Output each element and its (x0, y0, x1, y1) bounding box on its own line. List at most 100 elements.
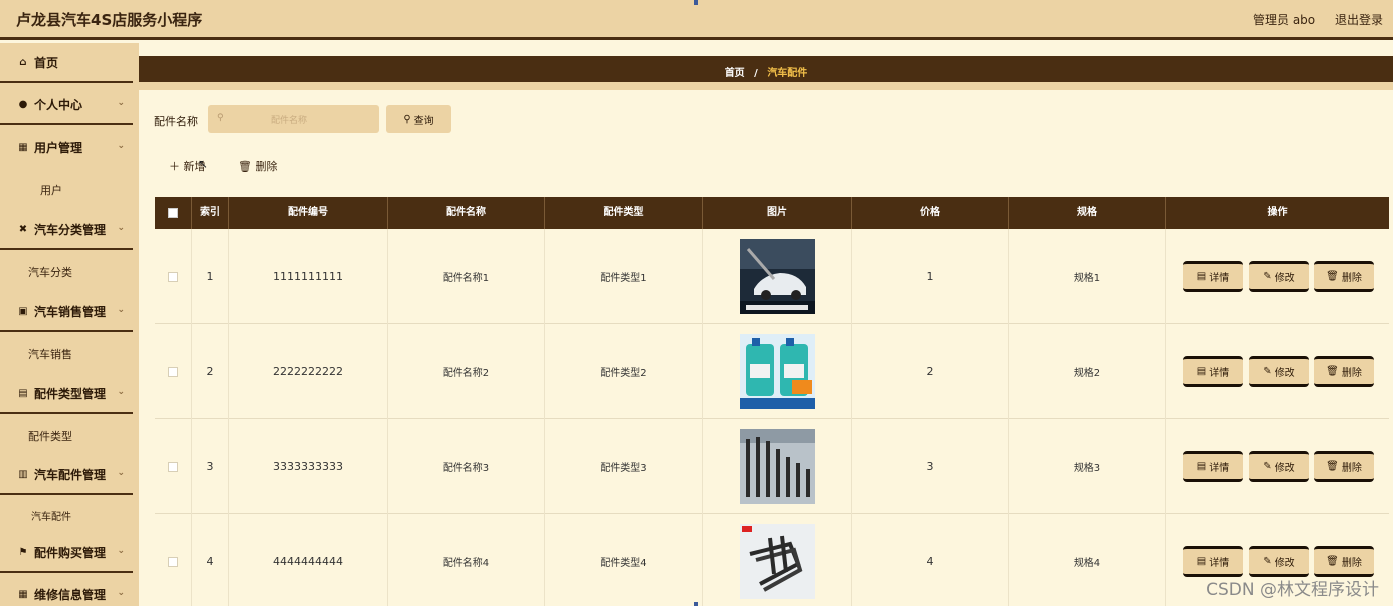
pencil-icon: ✎ (1263, 271, 1272, 282)
search-input[interactable]: ⚲ 配件名称 (208, 105, 379, 133)
cell-name: 配件名称4 (388, 514, 545, 606)
detail-button[interactable]: ▤ 详情 (1183, 546, 1243, 577)
cell-spec: 规格2 (1009, 324, 1166, 419)
batch-delete-button[interactable]: 🗑 删除 (238, 158, 277, 174)
trash-icon: 🗑 (1326, 271, 1339, 282)
sidebar-sub-car-parts[interactable]: 汽车配件 (31, 508, 164, 523)
part-image-tools[interactable] (739, 429, 815, 504)
grid-icon: ▦ (18, 588, 28, 600)
cell-type: 配件类型2 (545, 324, 703, 419)
header-select-cell (155, 197, 192, 229)
part-image-wiper[interactable] (739, 239, 815, 314)
pencil-icon: ✎ (1263, 556, 1272, 567)
cell-code: 2222222222 (229, 324, 388, 419)
select-all-checkbox[interactable] (168, 208, 178, 218)
sidebar-item-label: 汽车配件管理 (34, 467, 107, 482)
top-header: 卢龙县汽车4S店服务小程序 管理员 abo 退出登录 (0, 0, 1393, 40)
person-icon: ● (18, 98, 28, 110)
row-delete-button[interactable]: 🗑 删除 (1314, 261, 1374, 292)
cell-index: 4 (192, 514, 229, 606)
plus-icon: ＋ (169, 160, 180, 173)
logout-link[interactable]: 退出登录 (1335, 13, 1383, 27)
clipboard-icon: ▣ (18, 305, 28, 317)
sidebar-item-label: 配件类型管理 (34, 386, 107, 401)
sidebar-item-car-sales[interactable]: ▣ 汽车销售管理 ⌄ (0, 292, 133, 332)
sidebar-item-user-management[interactable]: ▦ 用户管理 ⌄ (0, 128, 133, 166)
row-checkbox[interactable] (168, 556, 178, 567)
row-checkbox[interactable] (168, 271, 178, 282)
cell-type: 配件类型3 (545, 419, 703, 514)
chevron-down-icon: ⌄ (117, 223, 125, 233)
cell-code: 1111111111 (229, 229, 388, 324)
chevron-down-icon: ⌄ (117, 387, 125, 397)
document-icon: ▤ (1196, 366, 1207, 377)
chevron-down-icon: ⌄ (117, 98, 125, 108)
row-delete-button[interactable]: 🗑 删除 (1314, 546, 1374, 577)
header-name: 配件名称 (388, 197, 545, 229)
sidebar-item-part-purchase[interactable]: ⚑ 配件购买管理 ⌄ (0, 533, 133, 573)
sidebar-sub-car-category[interactable]: 汽车分类 (28, 264, 161, 280)
top-marker (694, 0, 698, 5)
trash-icon: 🗑 (1326, 461, 1339, 472)
cell-index: 2 (192, 324, 229, 419)
row-delete-button[interactable]: 🗑 删除 (1314, 451, 1374, 482)
cell-index: 3 (192, 419, 229, 514)
sidebar-sub-part-type[interactable]: 配件类型 (28, 428, 161, 444)
detail-button[interactable]: ▤ 详情 (1183, 356, 1243, 387)
edit-button[interactable]: ✎ 修改 (1249, 546, 1309, 577)
sidebar-item-home[interactable]: ⌂ 首页 (0, 43, 133, 83)
sidebar-item-repair[interactable]: ▦ 维修信息管理 ⌄ (0, 575, 133, 606)
header-type: 配件类型 (545, 197, 703, 229)
sidebar-sub-user[interactable]: 用户 (40, 182, 173, 198)
cell-price: 1 (852, 229, 1009, 324)
file-icon: ▤ (18, 387, 28, 399)
delete-button-label: 删除 (255, 160, 278, 173)
grid-icon: ▦ (18, 141, 28, 153)
edit-button[interactable]: ✎ 修改 (1249, 261, 1309, 292)
chevron-down-icon: ⌄ (117, 546, 125, 556)
sidebar: ⌂ 首页 ● 个人中心 ⌄ ▦ 用户管理 ⌄ 用户 ✖ 汽车分类管理 ⌄ 汽车分… (0, 43, 139, 606)
trash-icon: 🗑 (238, 160, 252, 173)
bar-icon: ▥ (18, 468, 28, 480)
cell-code: 4444444444 (229, 514, 388, 606)
detail-button[interactable]: ▤ 详情 (1183, 451, 1243, 482)
sidebar-item-part-type[interactable]: ▤ 配件类型管理 ⌄ (0, 374, 133, 414)
chevron-down-icon: ⌄ (117, 588, 125, 598)
row-checkbox[interactable] (168, 461, 178, 472)
mouse-cursor-icon: ↖ (198, 157, 209, 171)
cell-index: 1 (192, 229, 229, 324)
pencil-icon: ✎ (1263, 366, 1272, 377)
cell-name: 配件名称3 (388, 419, 545, 514)
header-ops: 操作 (1267, 207, 1288, 218)
home-icon: ⌂ (19, 56, 27, 68)
sidebar-sub-car-sales[interactable]: 汽车销售 (28, 346, 161, 362)
bottom-marker (694, 602, 698, 606)
header-image: 图片 (703, 197, 852, 229)
sidebar-item-car-category[interactable]: ✖ 汽车分类管理 ⌄ (0, 210, 133, 250)
document-icon: ▤ (1196, 556, 1207, 567)
sidebar-item-personal[interactable]: ● 个人中心 ⌄ (0, 85, 133, 125)
user-area: 管理员 abo 退出登录 (1237, 11, 1383, 28)
part-image-hooks[interactable] (739, 524, 815, 599)
breadcrumb-separator: / (754, 68, 758, 79)
part-image-fluid[interactable] (739, 334, 815, 409)
breadcrumb-home[interactable]: 首页 (725, 68, 745, 79)
document-icon: ▤ (1196, 271, 1207, 282)
detail-button[interactable]: ▤ 详情 (1183, 261, 1243, 292)
cell-price: 2 (852, 324, 1009, 419)
cell-code: 3333333333 (229, 419, 388, 514)
document-icon: ▤ (1196, 461, 1207, 472)
cell-type: 配件类型4 (545, 514, 703, 606)
query-button[interactable]: ⚲ 查询 (386, 105, 451, 133)
header-spec: 规格 (1009, 197, 1166, 229)
row-delete-button[interactable]: 🗑 删除 (1314, 356, 1374, 387)
sidebar-item-car-parts[interactable]: ▥ 汽车配件管理 ⌄ (0, 455, 133, 495)
edit-button[interactable]: ✎ 修改 (1249, 356, 1309, 387)
search-icon: ⚲ (217, 113, 224, 123)
search-placeholder: 配件名称 (271, 116, 308, 126)
row-checkbox[interactable] (168, 366, 178, 377)
edit-button[interactable]: ✎ 修改 (1249, 451, 1309, 482)
table-header: 索引 配件编号 配件名称 配件类型 图片 价格 规格 操作 (155, 197, 1389, 229)
chevron-down-icon: ⌄ (117, 141, 125, 151)
header-code: 配件编号 (229, 197, 388, 229)
